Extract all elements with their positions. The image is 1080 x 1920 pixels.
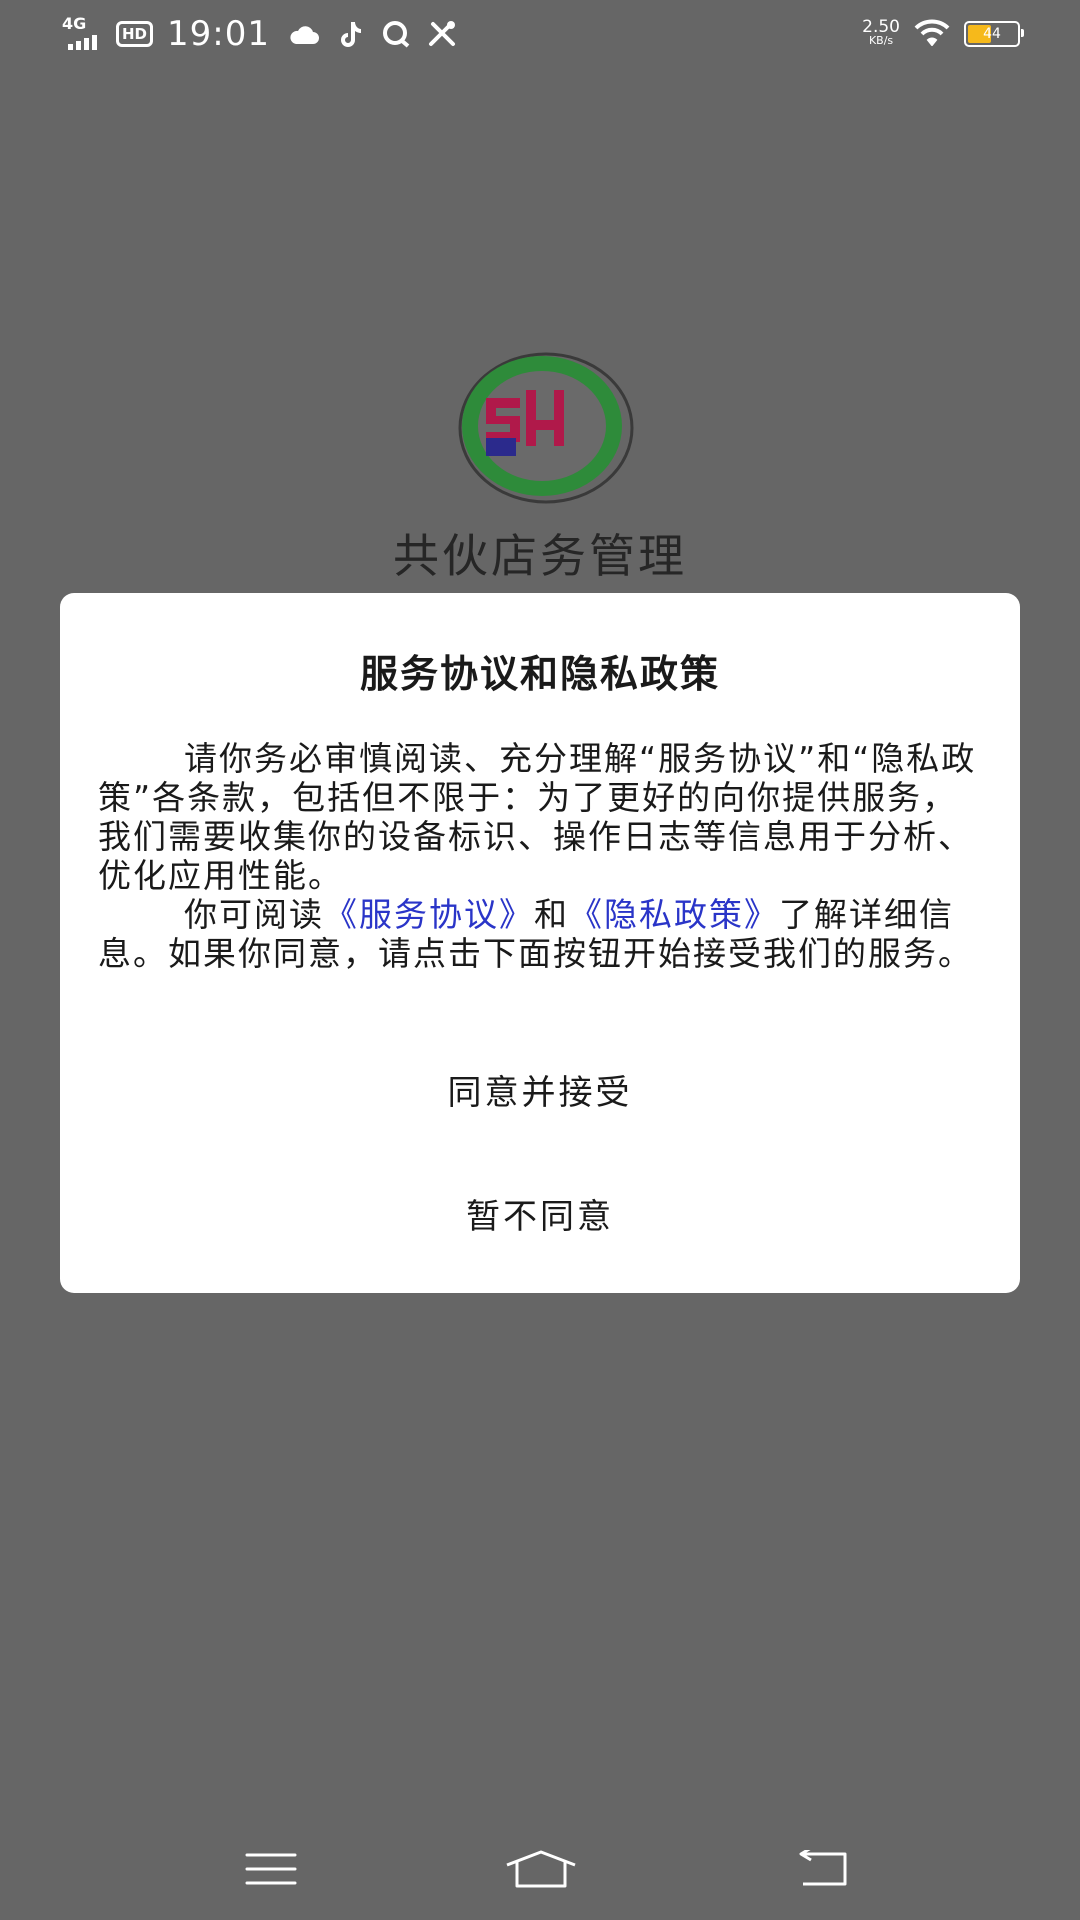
accept-button[interactable]: 同意并接受	[60, 1065, 1020, 1114]
network-speed: 2.50 KB/s	[862, 17, 900, 48]
hd-badge: HD	[116, 21, 154, 47]
dialog-title: 服务协议和隐私政策	[359, 652, 720, 696]
status-left: 4G HD 19:01	[62, 12, 460, 56]
status-right: 2.50 KB/s 44	[862, 14, 1024, 54]
speed-value: 2.50	[862, 17, 900, 37]
status-bar: 4G HD 19:01 2.50 KB/s 44	[0, 0, 1080, 66]
battery-icon: 44	[964, 21, 1024, 47]
signal-icon: 4G	[62, 16, 106, 52]
status-time: 19:01	[167, 14, 270, 54]
dialog-paragraph-2: 你可阅读《服务协议》和《隐私政策》了解详细信息。如果你同意，请点击下面按钮开始接…	[98, 895, 982, 973]
tiktok-icon	[332, 16, 368, 52]
navigation-bar	[0, 1820, 1080, 1920]
back-icon[interactable]	[778, 1844, 868, 1894]
app-logo	[446, 348, 642, 508]
p2-and: 和	[534, 895, 569, 934]
app-name: 共伙店务管理	[393, 529, 687, 583]
network-type: 4G	[62, 14, 87, 33]
privacy-policy-link[interactable]: 《隐私政策》	[569, 895, 779, 934]
decline-button[interactable]: 暂不同意	[60, 1189, 1020, 1238]
menu-icon[interactable]	[226, 1844, 316, 1894]
chat-icon	[378, 16, 414, 52]
battery-level: 44	[983, 26, 1001, 42]
privacy-dialog: 服务协议和隐私政策 请你务必审慎阅读、充分理解“服务协议”和“隐私政策”各条款，…	[60, 593, 1020, 1293]
home-icon[interactable]	[496, 1844, 586, 1894]
cloud-icon	[286, 16, 322, 52]
speed-unit: KB/s	[868, 34, 894, 47]
service-agreement-link[interactable]: 《服务协议》	[324, 895, 534, 934]
p2-prefix: 你可阅读	[184, 895, 324, 934]
dialog-body: 请你务必审慎阅读、充分理解“服务协议”和“隐私政策”各条款，包括但不限于：为了更…	[98, 739, 982, 973]
dialog-paragraph-1: 请你务必审慎阅读、充分理解“服务协议”和“隐私政策”各条款，包括但不限于：为了更…	[98, 739, 977, 895]
tools-icon	[424, 16, 460, 52]
wifi-icon	[914, 18, 950, 50]
